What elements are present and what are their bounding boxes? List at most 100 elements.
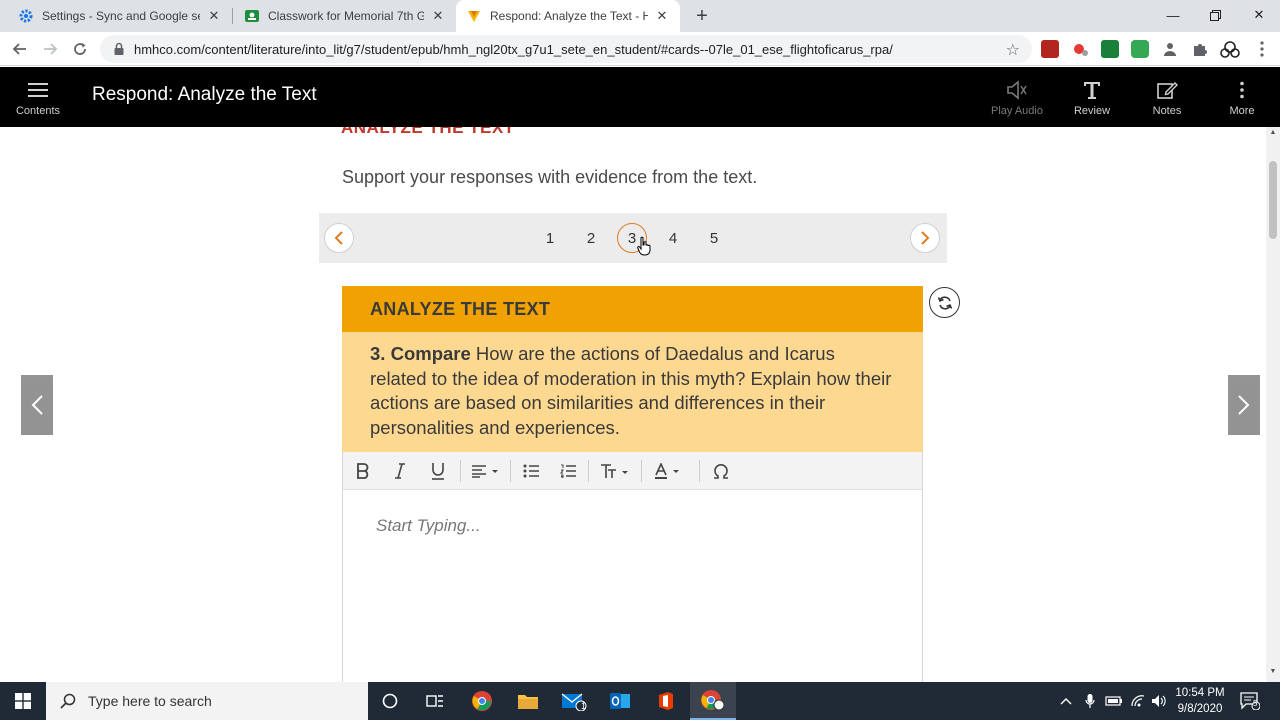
show-hidden-icons-button[interactable] [1060,682,1072,720]
toolbar-divider [588,460,589,482]
hand-cursor-icon [637,236,651,256]
chrome-taskbar-icon[interactable] [459,682,505,720]
reset-response-button[interactable] [929,287,960,318]
tab-settings[interactable]: Settings - Sync and Google servic ✕ [8,0,232,32]
previous-page-button[interactable] [21,375,53,435]
tab-respond[interactable]: Respond: Analyze the Text - HMH ✕ [456,0,680,32]
battery-icon [1105,696,1122,706]
contents-label: Contents [15,105,61,117]
page-4-button[interactable]: 4 [658,223,688,253]
contents-button[interactable]: Contents [2,67,74,127]
page-2-button[interactable]: 2 [576,223,606,253]
hamburger-icon [28,83,48,97]
chevron-right-icon [1238,395,1250,415]
sheets-extension-icon[interactable] [1101,40,1119,58]
text-size-dropdown-button[interactable] [599,460,631,482]
text-color-dropdown-button[interactable] [653,460,683,482]
close-window-button[interactable]: ✕ [1236,0,1280,30]
play-audio-button[interactable]: Play Audio [981,67,1053,127]
task-view-button[interactable] [412,682,458,720]
minimize-button[interactable]: — [1150,0,1196,30]
toolbar-divider [699,460,700,482]
chrome-active-taskbar-icon[interactable] [690,682,736,720]
bullet-list-icon [523,464,539,478]
bullet-list-button[interactable] [521,460,541,482]
clock-time: 10:54 PM [1175,687,1225,699]
italic-icon [395,463,405,479]
align-left-icon [472,465,498,478]
taskbar-search-box[interactable]: Type here to search [46,682,368,720]
file-explorer-taskbar-icon[interactable] [505,682,551,720]
start-button[interactable] [0,682,46,720]
reload-button[interactable] [68,37,92,61]
outlook-taskbar-icon[interactable] [597,682,643,720]
arrow-left-icon [12,43,26,55]
browser-toolbar: hmhco.com/content/literature/into_lit/g7… [0,32,1280,66]
align-dropdown-button[interactable] [470,460,500,482]
battery-tray-icon[interactable] [1105,682,1123,720]
browser-menu-button[interactable] [1250,37,1274,61]
scroll-down-arrow-icon[interactable]: ▼ [1269,668,1277,675]
close-icon[interactable]: ✕ [654,8,670,24]
speaker-icon [1007,80,1027,100]
record-extension-icon[interactable] [1071,40,1089,58]
page-scrollbar[interactable]: ▲ ▼ [1266,127,1280,682]
restore-icon [1209,9,1221,21]
avatar-extension-icon[interactable] [1219,40,1241,58]
scrollbar-thumb[interactable] [1269,161,1277,239]
section-heading: ANALYZE THE TEXT [341,127,515,137]
omega-icon [714,464,728,479]
forward-button[interactable] [38,37,62,61]
microphone-tray-icon[interactable] [1085,682,1095,720]
close-icon[interactable]: ✕ [430,8,446,24]
profile-extension-icon[interactable] [1161,40,1179,58]
action-center-button[interactable]: 5 [1240,682,1260,720]
toolbar-divider [641,460,642,482]
scroll-up-arrow-icon[interactable]: ▲ [1269,129,1277,136]
underline-icon [432,463,444,480]
mail-taskbar-icon[interactable]: 1 [551,682,597,720]
maximize-button[interactable] [1192,0,1238,30]
page-5-button[interactable]: 5 [699,223,729,253]
bold-button[interactable] [353,460,373,482]
bookmark-star-icon[interactable]: ☆ [1006,40,1020,60]
office-taskbar-icon[interactable] [643,682,689,720]
review-button[interactable]: Review [1056,67,1128,127]
gear-icon [19,9,33,23]
refresh-icon [937,295,952,310]
office-icon [659,692,673,710]
chrome-icon [472,691,492,711]
person-icon [1164,43,1176,56]
previous-question-button[interactable] [324,223,354,253]
search-placeholder: Type here to search [88,693,212,709]
mail-badge: 1 [581,701,587,711]
underline-button[interactable] [428,460,448,482]
numbered-list-button[interactable] [558,460,578,482]
toolbar-divider [460,460,461,482]
chevron-up-icon [1060,698,1072,705]
next-question-button[interactable] [910,223,940,253]
special-characters-button[interactable] [711,460,731,482]
cortana-button[interactable] [367,682,413,720]
next-page-button[interactable] [1228,375,1260,435]
tab-divider [232,8,233,24]
kebab-menu-icon [1260,41,1264,57]
response-input[interactable]: Start Typing... [376,516,481,536]
back-button[interactable] [8,37,32,61]
notes-button[interactable]: Notes [1131,67,1203,127]
new-tab-button[interactable]: + [690,4,714,28]
volume-tray-icon[interactable] [1151,682,1167,720]
extensions-puzzle-icon[interactable] [1191,40,1209,58]
pdf-extension-icon[interactable] [1041,40,1059,58]
address-bar[interactable]: hmhco.com/content/literature/into_lit/g7… [100,35,1032,63]
page-1-button[interactable]: 1 [535,223,565,253]
taskbar-clock[interactable]: 10:54 PM 9/8/2020 [1168,685,1232,717]
italic-button[interactable] [390,460,410,482]
bold-icon [357,463,369,479]
network-tray-icon[interactable] [1130,682,1146,720]
puzzle-icon [1194,44,1207,56]
more-button[interactable]: More [1206,67,1278,127]
tab-classwork[interactable]: Classwork for Memorial 7th Grad ✕ [234,0,456,32]
close-icon[interactable]: ✕ [206,8,222,24]
green-extension-icon[interactable] [1131,40,1149,58]
